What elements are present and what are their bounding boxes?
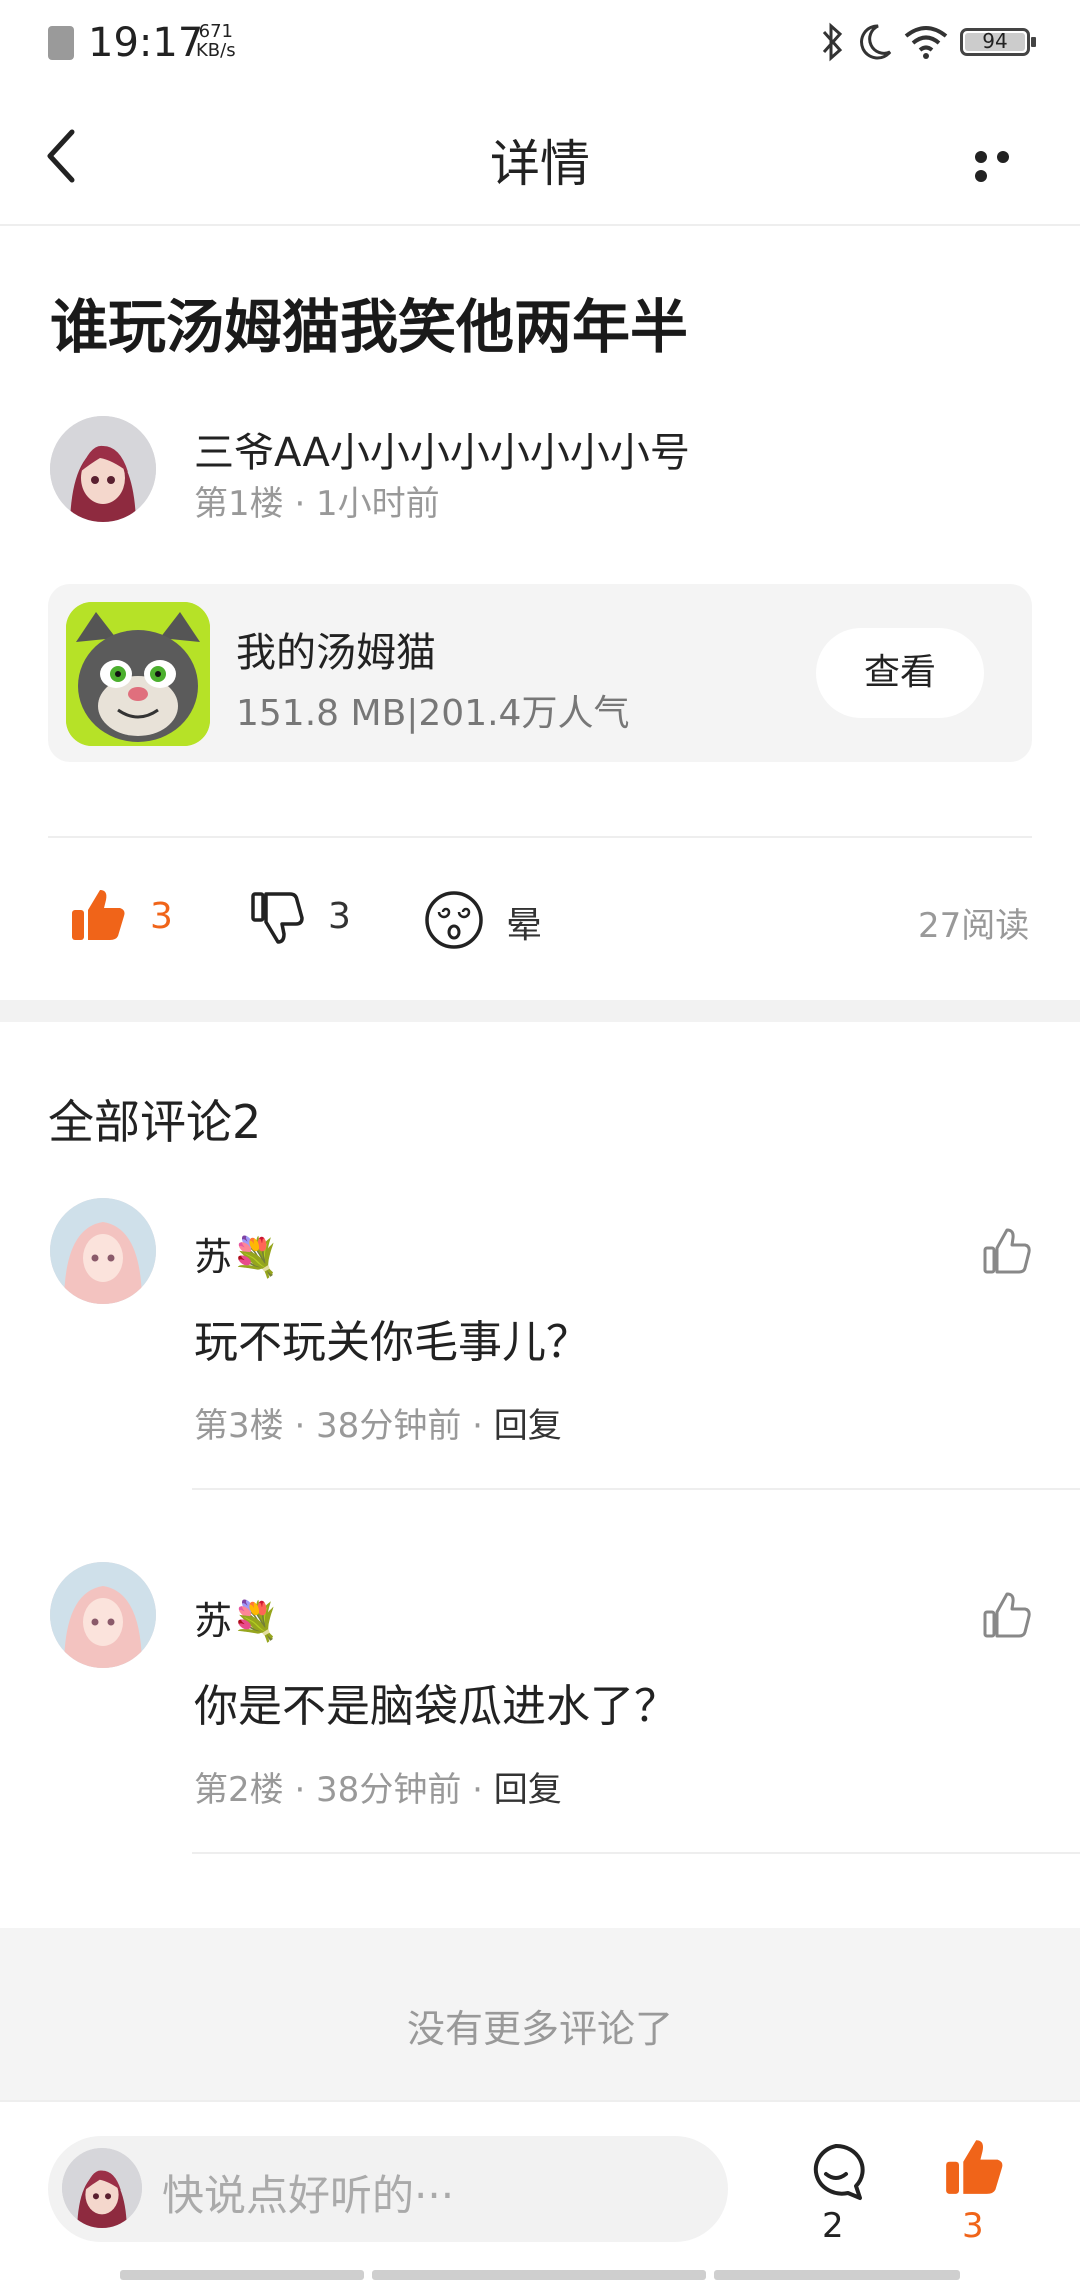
comment-divider <box>192 1852 1080 1854</box>
post-meta: 第1楼 · 1小时前 <box>194 484 440 524</box>
comment-text: 玩不玩关你毛事儿？ <box>194 1317 590 1368</box>
commenter-name[interactable]: 苏 <box>194 1599 232 1643</box>
dizzy-face-icon[interactable] <box>424 890 484 950</box>
flower-badge-icon: 💐 <box>232 1235 280 1279</box>
moon-icon <box>860 24 892 60</box>
gesture-bar <box>714 2270 960 2280</box>
like-count-bottom: 3 <box>962 2206 984 2246</box>
comment-count: 2 <box>822 2206 844 2246</box>
comment-bubble-icon[interactable] <box>804 2140 868 2204</box>
comment-item: 苏💐 <box>194 1226 279 1281</box>
battery-level: 94 <box>982 29 1008 53</box>
view-button[interactable]: 查看 <box>816 628 984 718</box>
reply-link[interactable]: 回复 <box>494 1406 562 1446</box>
app-name: 我的汤姆猫 <box>236 630 436 676</box>
wifi-icon <box>904 26 948 59</box>
comment-text: 你是不是脑袋瓜进水了？ <box>194 1681 678 1732</box>
read-count: 27阅读 <box>918 906 1030 946</box>
comment-meta: 第3楼 · 38分钟前 · 回复 <box>194 1398 562 1447</box>
thumbs-up-icon[interactable] <box>944 2136 1004 2196</box>
reply-link[interactable]: 回复 <box>494 1770 562 1810</box>
comment-input-placeholder[interactable]: 快说点好听的··· <box>162 2162 454 2223</box>
commenter-avatar[interactable] <box>50 1562 156 1668</box>
flower-badge-icon: 💐 <box>232 1599 280 1643</box>
commenter-name[interactable]: 苏 <box>194 1235 232 1279</box>
divider <box>48 836 1032 838</box>
dizzy-label: 晕 <box>506 905 543 946</box>
user-avatar <box>62 2148 142 2228</box>
speed-value: 671 <box>198 21 233 42</box>
network-speed: 671 KB/s <box>196 22 236 60</box>
no-more-comments: 没有更多评论了 <box>406 2007 673 2051</box>
post-title: 谁玩汤姆猫我笑他两年半 <box>50 293 689 361</box>
notification-icon <box>48 26 74 60</box>
comment-meta-text: 第2楼 · 38分钟前 · <box>194 1770 494 1810</box>
comment-item: 苏💐 <box>194 1590 279 1645</box>
section-separator <box>0 1000 1080 1022</box>
thumbs-up-icon[interactable] <box>982 1590 1032 1640</box>
page-title: 详情 <box>490 135 590 193</box>
bluetooth-icon <box>822 22 843 62</box>
more-icon[interactable] <box>975 148 1039 182</box>
speed-unit: KB/s <box>196 40 236 61</box>
app-icon[interactable] <box>66 602 210 746</box>
dislike-count: 3 <box>328 896 351 937</box>
author-avatar[interactable] <box>50 416 156 522</box>
comment-meta-text: 第3楼 · 38分钟前 · <box>194 1406 494 1446</box>
gesture-bar <box>120 2270 364 2280</box>
comments-heading: 全部评论2 <box>48 1095 262 1149</box>
app-info: 151.8 MB|201.4万人气 <box>236 693 630 734</box>
thumbs-up-icon[interactable] <box>70 886 126 942</box>
thumbs-up-icon[interactable] <box>982 1226 1032 1276</box>
commenter-avatar[interactable] <box>50 1198 156 1304</box>
author-name[interactable]: 三爷AA小小小小小小小小号 <box>194 420 690 478</box>
comment-meta: 第2楼 · 38分钟前 · 回复 <box>194 1762 562 1811</box>
battery-icon: 94 <box>960 28 1036 56</box>
comment-divider <box>192 1488 1080 1490</box>
status-time: 19:17 <box>88 20 204 66</box>
status-bar: 19:17 671 KB/s 94 <box>0 0 1080 84</box>
top-header: 详情 <box>0 84 1080 226</box>
thumbs-down-icon[interactable] <box>250 890 306 946</box>
gesture-bar <box>372 2270 706 2280</box>
like-count: 3 <box>150 896 173 937</box>
